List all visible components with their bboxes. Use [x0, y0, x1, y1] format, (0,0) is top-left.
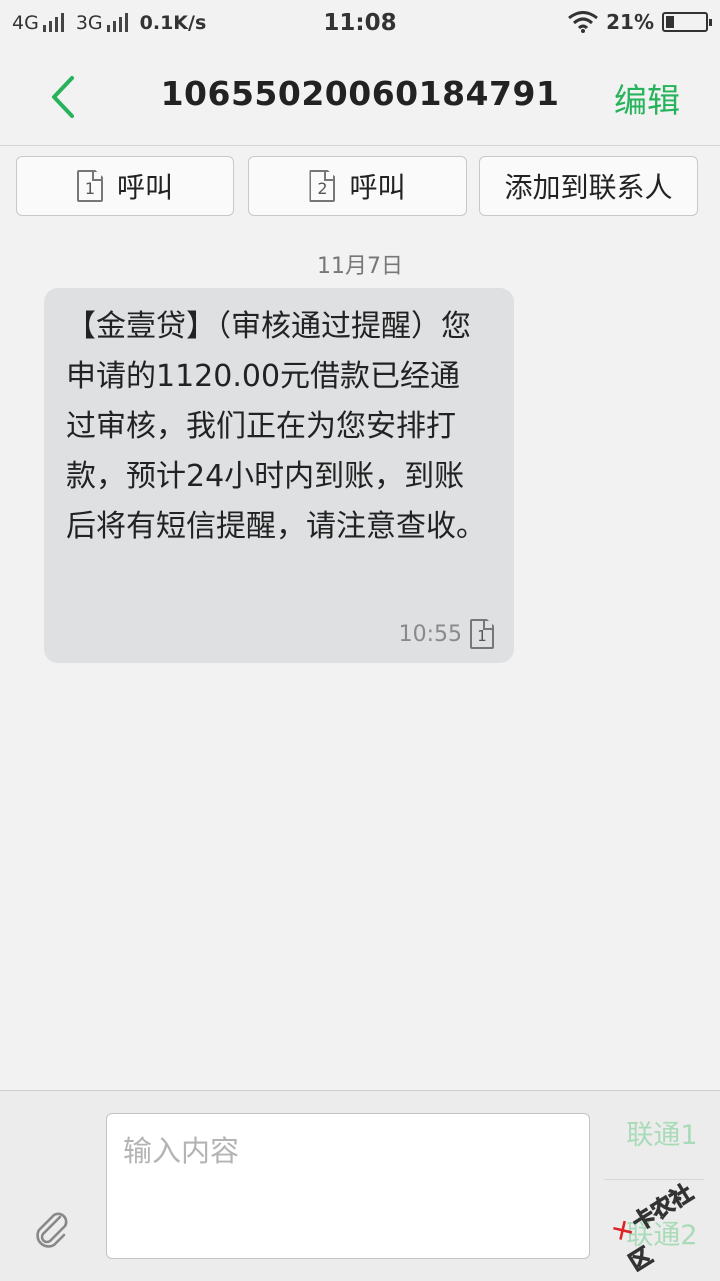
call-sim1-button[interactable]: 1 呼叫 — [16, 156, 234, 216]
status-right: 21% — [568, 10, 712, 34]
sim-card-icon: 2 — [309, 170, 336, 202]
wifi-icon — [568, 11, 599, 33]
message-text: 【金壹贷】（审核通过提醒）您申请的1120.00元借款已经通过审核，我们正在为您… — [66, 309, 486, 544]
page-title: 10655020060184791 — [160, 74, 560, 113]
message-meta: 10:55 1 — [399, 619, 494, 649]
conversation-area[interactable]: 11月7日 【金壹贷】（审核通过提醒）您申请的1120.00元借款已经通过审核，… — [0, 230, 720, 1090]
send-sim2-button[interactable]: 联通2 — [604, 1213, 720, 1252]
compose-bar: 输入内容 联通1 联通2 — [0, 1090, 720, 1281]
sim-card-icon: 1 — [76, 170, 103, 202]
action-bar: 1 呼叫 2 呼叫 添加到联系人 — [0, 146, 720, 230]
battery-icon — [662, 12, 712, 32]
edit-button[interactable]: 编辑 — [614, 74, 680, 122]
call-label: 呼叫 — [116, 171, 173, 204]
message-input[interactable]: 输入内容 — [106, 1113, 590, 1259]
send-divider — [604, 1179, 704, 1180]
message-input-placeholder: 输入内容 — [123, 1134, 240, 1168]
sim-card-icon: 1 — [470, 619, 494, 649]
message-bubble[interactable]: 【金壹贷】（审核通过提醒）您申请的1120.00元借款已经通过审核，我们正在为您… — [44, 288, 514, 663]
send-sim1-button[interactable]: 联通1 — [604, 1113, 720, 1152]
call-sim2-button[interactable]: 2 呼叫 — [248, 156, 467, 216]
date-separator: 11月7日 — [317, 254, 403, 279]
call-label: 呼叫 — [349, 171, 406, 204]
add-to-contacts-label: 添加到联系人 — [504, 171, 673, 204]
battery-percent: 21% — [606, 10, 654, 34]
attachment-icon[interactable] — [30, 1207, 74, 1251]
title-bar: 10655020060184791 编辑 — [0, 50, 720, 146]
add-to-contacts-button[interactable]: 添加到联系人 — [479, 156, 698, 216]
message-time: 10:55 — [398, 621, 462, 647]
status-bar: 4G 3G 0.1K/s 11:08 21% — [0, 0, 720, 50]
